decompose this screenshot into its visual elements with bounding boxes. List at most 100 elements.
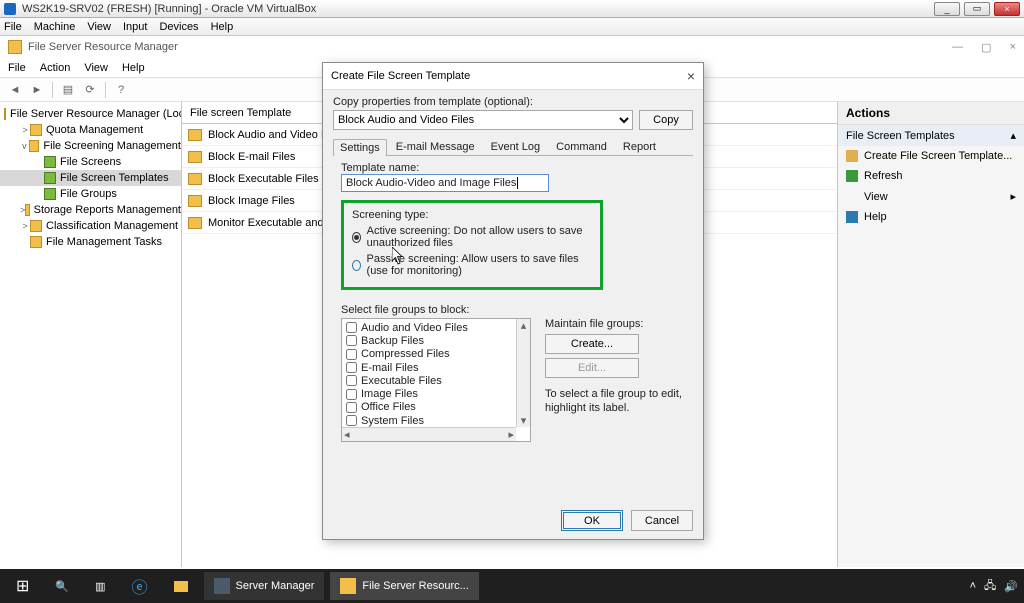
file-group-checkbox[interactable]	[346, 415, 357, 426]
tree-item[interactable]: File Screens	[0, 154, 181, 170]
tree-item[interactable]: >Quota Management	[0, 122, 181, 138]
template-name-input[interactable]: Block Audio-Video and Image Files	[341, 174, 549, 192]
action-item[interactable]: Create File Screen Template...	[838, 146, 1024, 166]
task-server-manager[interactable]: Server Manager	[204, 572, 325, 600]
edit-group-button: Edit...	[545, 358, 639, 378]
action-item[interactable]: View▸	[838, 186, 1024, 207]
file-group-item[interactable]: Audio and Video Files	[346, 321, 512, 334]
tab-command[interactable]: Command	[549, 138, 614, 155]
tray-up-icon[interactable]: ˄	[970, 580, 976, 592]
tab-email[interactable]: E-mail Message	[389, 138, 482, 155]
vbox-menubar: File Machine View Input Devices Help	[0, 18, 1024, 36]
start-button[interactable]: ⊞	[6, 572, 39, 600]
toolbar-sep	[52, 82, 53, 98]
tree-item[interactable]: >Classification Management	[0, 218, 181, 234]
actions-header: Actions	[838, 102, 1024, 125]
file-group-checkbox[interactable]	[346, 335, 357, 346]
back-button[interactable]: ◄	[6, 81, 24, 99]
vertical-scrollbar[interactable]: ▴▾	[516, 319, 530, 427]
vbox-menu-input[interactable]: Input	[123, 21, 147, 33]
mmc-titlebar: File Server Resource Manager — ▢ ×	[0, 36, 1024, 58]
tray-sound-icon[interactable]: 🔊	[1004, 580, 1018, 593]
file-group-hint: To select a file group to edit, highligh…	[545, 388, 693, 416]
taskview-button[interactable]: ▥	[85, 572, 115, 600]
vbox-menu-devices[interactable]: Devices	[159, 21, 198, 33]
fsrm-icon	[8, 40, 22, 54]
tab-eventlog[interactable]: Event Log	[484, 138, 548, 155]
tree-item[interactable]: >Storage Reports Management	[0, 202, 181, 218]
menu-view[interactable]: View	[84, 62, 108, 74]
screening-type-group: Screening type: Active screening: Do not…	[341, 200, 603, 290]
vbox-title: WS2K19-SRV02 (FRESH) [Running] - Oracle …	[22, 3, 930, 15]
vbox-menu-file[interactable]: File	[4, 21, 22, 33]
create-group-button[interactable]: Create...	[545, 334, 639, 354]
mmc-close-button[interactable]: ×	[1010, 41, 1016, 54]
file-group-item[interactable]: Compressed Files	[346, 348, 512, 361]
vbox-close-button[interactable]: ×	[994, 2, 1020, 16]
file-group-checkbox[interactable]	[346, 375, 357, 386]
copy-button[interactable]: Copy	[639, 110, 693, 130]
copy-template-select[interactable]: Block Audio and Video Files	[333, 110, 633, 130]
action-item[interactable]: Refresh	[838, 166, 1024, 186]
fsrm-root-icon	[4, 108, 6, 120]
actions-section[interactable]: File Screen Templates ▴	[838, 125, 1024, 146]
help-button[interactable]: ?	[112, 81, 130, 99]
cancel-button[interactable]: Cancel	[631, 510, 693, 531]
file-groups-listbox[interactable]: Audio and Video FilesBackup FilesCompres…	[341, 318, 531, 442]
menu-file[interactable]: File	[8, 62, 26, 74]
vbox-min-button[interactable]: _	[934, 2, 960, 16]
mmc-max-button[interactable]: ▢	[981, 41, 991, 54]
vbox-titlebar: WS2K19-SRV02 (FRESH) [Running] - Oracle …	[0, 0, 1024, 18]
vbox-menu-view[interactable]: View	[87, 21, 111, 33]
tree-item[interactable]: File Groups	[0, 186, 181, 202]
toolbar-sep2	[105, 82, 106, 98]
file-group-item[interactable]: Image Files	[346, 387, 512, 400]
search-button[interactable]: 🔍	[45, 572, 79, 600]
radio-passive[interactable]: Passive screening: Allow users to save f…	[352, 253, 592, 277]
tree-item[interactable]: vFile Screening Management	[0, 138, 181, 154]
file-groups-label: Select file groups to block:	[341, 304, 693, 316]
vbox-menu-help[interactable]: Help	[211, 21, 234, 33]
collapse-icon: ▴	[1010, 129, 1016, 142]
file-group-item[interactable]: E-mail Files	[346, 361, 512, 374]
mmc-min-button[interactable]: —	[952, 41, 963, 54]
file-group-item[interactable]: System Files	[346, 414, 512, 427]
vbox-menu-machine[interactable]: Machine	[34, 21, 76, 33]
tray-network-icon[interactable]: 🖧	[984, 577, 996, 596]
dialog-tabs: Settings E-mail Message Event Log Comman…	[333, 138, 693, 155]
file-group-item[interactable]: Office Files	[346, 401, 512, 414]
show-hide-button[interactable]: ▤	[59, 81, 77, 99]
ie-button[interactable]: ⓔ	[122, 572, 158, 600]
tree-root[interactable]: File Server Resource Manager (Local)	[0, 106, 181, 122]
vbox-icon	[4, 3, 16, 15]
file-group-checkbox[interactable]	[346, 402, 357, 413]
dialog-titlebar[interactable]: Create File Screen Template ×	[323, 63, 703, 90]
actions-panel: Actions File Screen Templates ▴ Create F…	[838, 102, 1024, 567]
file-group-item[interactable]: Backup Files	[346, 334, 512, 347]
dialog-close-button[interactable]: ×	[687, 68, 695, 84]
tree-item[interactable]: File Management Tasks	[0, 234, 181, 250]
horizontal-scrollbar[interactable]: ◂▸	[342, 427, 516, 441]
file-group-checkbox[interactable]	[346, 362, 357, 373]
copy-label: Copy properties from template (optional)…	[333, 96, 693, 108]
vbox-max-button[interactable]: ▭	[964, 2, 990, 16]
file-group-checkbox[interactable]	[346, 322, 357, 333]
tree-panel: File Server Resource Manager (Local) >Qu…	[0, 102, 182, 567]
tree-item[interactable]: File Screen Templates	[0, 170, 181, 186]
mmc-title: File Server Resource Manager	[28, 41, 952, 53]
action-item[interactable]: Help	[838, 207, 1024, 227]
menu-action[interactable]: Action	[40, 62, 71, 74]
file-group-item[interactable]: Executable Files	[346, 374, 512, 387]
tab-settings[interactable]: Settings	[333, 139, 387, 156]
file-group-checkbox[interactable]	[346, 389, 357, 400]
task-fsrm[interactable]: File Server Resourc...	[330, 572, 478, 600]
explorer-button[interactable]	[164, 572, 198, 600]
menu-help[interactable]: Help	[122, 62, 145, 74]
forward-button[interactable]: ►	[28, 81, 46, 99]
refresh-button[interactable]: ⟳	[81, 81, 99, 99]
tab-report[interactable]: Report	[616, 138, 663, 155]
file-group-checkbox[interactable]	[346, 349, 357, 360]
ok-button[interactable]: OK	[561, 510, 623, 531]
radio-active[interactable]: Active screening: Do not allow users to …	[352, 225, 592, 249]
create-template-dialog: Create File Screen Template × Copy prope…	[322, 62, 704, 540]
